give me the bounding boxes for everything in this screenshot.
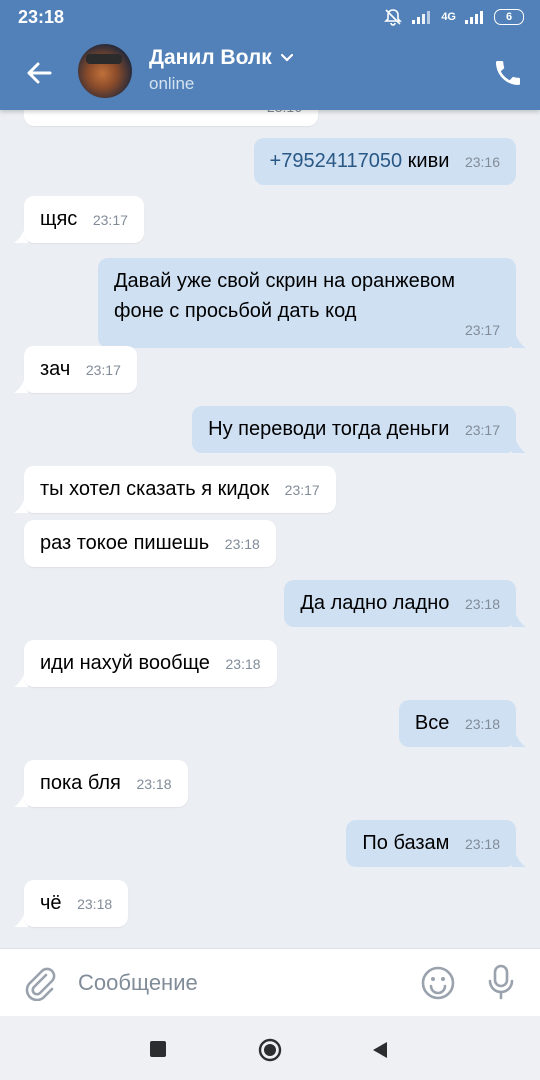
paperclip-icon[interactable] [22, 965, 56, 1001]
phone-icon[interactable] [492, 57, 524, 89]
message-time: 23:18 [225, 656, 261, 672]
chevron-down-icon [280, 53, 293, 62]
message-bubble: пока бля 23:18 [24, 760, 188, 807]
message-time: 23:17 [85, 362, 121, 378]
message-incoming[interactable]: ты хотел сказать я кидок 23:17 [14, 466, 336, 513]
message-text: ты хотел сказать я кидок [40, 478, 270, 500]
message-bubble: иди нахуй вообще 23:18 [24, 640, 277, 687]
message-time: 23:16 [267, 110, 302, 122]
message-incoming[interactable]: щяс 23:17 [14, 196, 144, 243]
message-text: щяс [40, 208, 78, 230]
emoji-icon[interactable] [420, 965, 456, 1001]
message-text: пока бля [40, 772, 121, 794]
message-bubble: Да ладно ладно 23:18 [284, 580, 516, 627]
avatar[interactable] [78, 44, 132, 98]
microphone-icon[interactable] [485, 963, 517, 1001]
message-text: Все [414, 712, 450, 734]
message-bubble: ты хотел сказать я кидок 23:17 [24, 466, 336, 513]
network-type: 4G [441, 11, 456, 23]
message-text: По базам [362, 832, 450, 854]
message-text: +79524117050 киви [269, 150, 450, 172]
message-bubble: Давай уже свой скрин на оранжевом фоне с… [98, 258, 516, 348]
message-time: 23:18 [464, 596, 500, 612]
message-text: раз токое пишешь [40, 532, 210, 554]
message-bubble: Все 23:18 [398, 700, 516, 747]
battery-icon: 6 [494, 9, 524, 25]
chat-header: 23:18 4G 6 Данил Волк online [0, 0, 540, 110]
message-time: 23:18 [464, 716, 500, 732]
contact-status: online [149, 74, 195, 93]
message-outgoing[interactable]: Все 23:18 [398, 700, 526, 747]
message-outgoing[interactable]: По базам 23:18 [346, 820, 526, 867]
status-time: 23:18 [18, 7, 65, 27]
message-time: 23:17 [92, 212, 128, 228]
message-bubble: 23:16 [24, 110, 318, 126]
message-incoming[interactable]: пока бля 23:18 [14, 760, 188, 807]
phone-link[interactable]: +79524117050 [270, 150, 403, 172]
message-bubble: зач 23:17 [24, 346, 137, 393]
message-incoming[interactable]: чё 23:18 [14, 880, 129, 927]
message-time: 23:17 [284, 482, 320, 498]
message-bubble: Ну переводи тогда деньги 23:17 [192, 406, 516, 453]
status-icons: 4G 6 [383, 7, 524, 27]
mute-bell-icon [384, 9, 403, 26]
message-time: 23:18 [224, 536, 260, 552]
message-outgoing[interactable]: Давай уже свой скрин на оранжевом фоне с… [98, 258, 526, 348]
message-partial: 23:16 [24, 110, 318, 131]
signal-icon [412, 11, 431, 24]
message-time: 23:18 [136, 776, 172, 792]
system-nav-bar [0, 1016, 540, 1080]
message-input[interactable] [78, 967, 378, 999]
contact-name: Данил Волк [149, 46, 272, 69]
message-text: чё [40, 892, 62, 914]
message-list[interactable]: 23:16 +79524117050 киви 23:16 щяс 23:17 … [0, 110, 540, 948]
back-arrow-icon[interactable] [22, 56, 56, 90]
message-incoming[interactable]: раз токое пишешь 23:18 [24, 520, 276, 567]
message-text: Да ладно ладно [300, 592, 450, 614]
message-outgoing[interactable]: +79524117050 киви 23:16 [253, 138, 516, 185]
status-bar: 23:18 4G 6 [0, 0, 540, 34]
message-bubble: чё 23:18 [24, 880, 129, 927]
signal-icon-2 [465, 11, 483, 24]
message-time: 23:17 [464, 322, 500, 338]
message-time: 23:18 [464, 836, 500, 852]
message-bubble: По базам 23:18 [346, 820, 516, 867]
message-bubble: +79524117050 киви 23:16 [253, 138, 516, 185]
message-composer [0, 948, 540, 1017]
message-bubble: щяс 23:17 [24, 196, 144, 243]
message-time: 23:18 [77, 896, 113, 912]
message-time: 23:16 [464, 154, 500, 170]
message-outgoing[interactable]: Ну переводи тогда деньги 23:17 [192, 406, 526, 453]
home-icon[interactable] [258, 1038, 282, 1062]
message-text: Ну переводи тогда деньги [208, 418, 450, 440]
message-text: Давай уже свой скрин на оранжевом фоне с… [114, 270, 456, 322]
contact-name-row[interactable]: Данил Волк [149, 46, 294, 70]
message-time: 23:17 [464, 422, 500, 438]
message-bubble: раз токое пишешь 23:18 [24, 520, 276, 567]
message-text: иди нахуй вообще [40, 652, 210, 674]
message-text: зач [40, 358, 71, 380]
back-triangle-icon[interactable] [371, 1040, 389, 1060]
message-outgoing[interactable]: Да ладно ладно 23:18 [284, 580, 526, 627]
message-incoming[interactable]: зач 23:17 [14, 346, 137, 393]
recent-apps-icon[interactable] [150, 1041, 166, 1057]
battery-level: 6 [494, 9, 524, 25]
message-incoming[interactable]: иди нахуй вообще 23:18 [14, 640, 277, 687]
